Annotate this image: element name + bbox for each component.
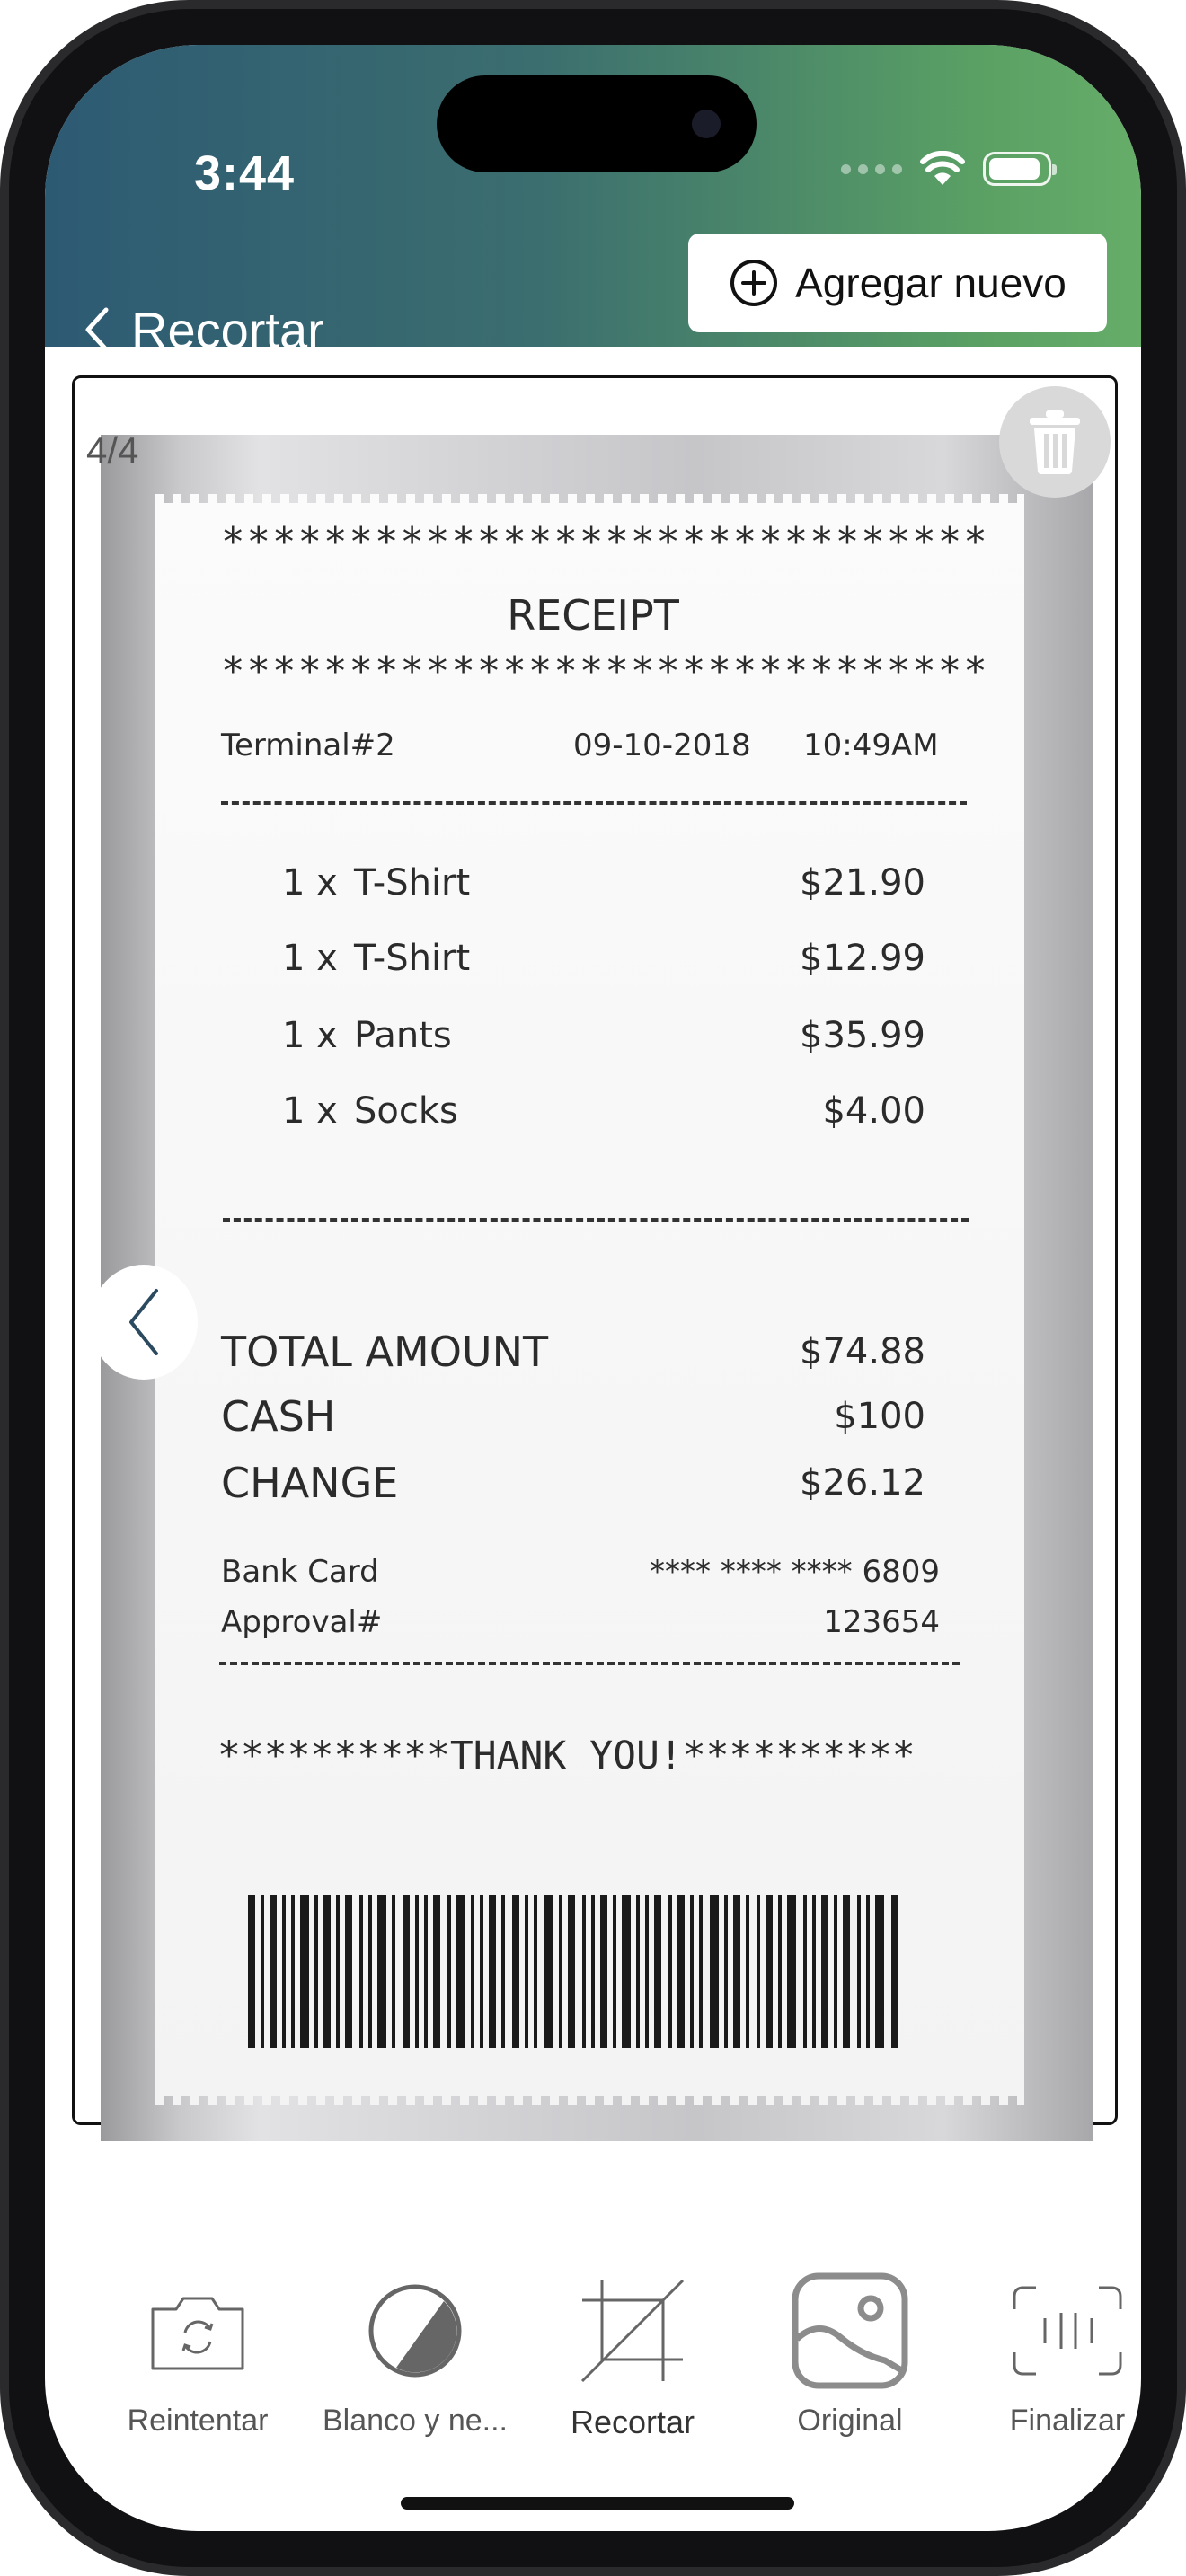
status-time: 3:44 [194,146,296,200]
camera-rotate-icon [151,2297,244,2370]
change-label: CHANGE [221,1459,399,1507]
item-price: $12.99 [800,938,925,979]
scan-icon [1013,2286,1122,2376]
dynamic-island [437,75,757,172]
black-white-label: Blanco y ne... [322,2404,508,2438]
receipt-date: 09-10-2018 [573,728,751,763]
item-price: $21.90 [800,862,925,904]
header-bar: 3:44 Recortar Agregar nuevo [45,45,1141,358]
edit-toolbar: Reintentar Blanco y ne... Recortar Origi… [90,2263,1141,2479]
item-name: T-Shirt [354,862,471,904]
receipt-time: 10:49AM [803,728,939,763]
contrast-icon [368,2284,462,2378]
back-button[interactable]: Recortar [81,280,324,379]
item-name: T-Shirt [354,938,471,979]
crop-label: Recortar [570,2404,695,2440]
cash-value: $100 [834,1396,925,1437]
thank-you-line: **********THANK YOU!********** [217,1734,916,1778]
original-label: Original [797,2404,903,2438]
chevron-left-icon [129,1289,158,1355]
original-button[interactable]: Original [742,2263,958,2439]
camera-icon [692,110,721,138]
bank-card-value: **** **** **** 6809 [650,1554,940,1590]
approval-label: Approval# [221,1604,383,1640]
item-qty: 1 x [282,1015,338,1056]
battery-icon [983,152,1057,186]
add-new-button[interactable]: Agregar nuevo [688,234,1107,332]
image-icon [792,2272,908,2389]
cash-label: CASH [221,1392,336,1441]
approval-value: 123654 [823,1604,940,1640]
item-qty: 1 x [282,862,338,904]
item-name: Pants [354,1015,452,1056]
item-qty: 1 x [282,938,338,979]
receipt-stars-mid: ****************************** [221,648,989,694]
status-icons [841,151,1057,187]
item-qty: 1 x [282,1090,338,1132]
previous-page-button[interactable] [90,1265,198,1380]
chevron-left-icon [85,307,109,352]
bank-card-label: Bank Card [221,1554,379,1590]
change-value: $26.12 [800,1462,925,1504]
receipt-stars-top: ****************************** [221,519,989,565]
receipt-divider [221,801,967,805]
total-label: TOTAL AMOUNT [221,1328,549,1376]
black-white-button[interactable]: Blanco y ne... [307,2263,523,2439]
receipt-edge-bottom [155,2095,1024,2105]
app-screen: 3:44 Recortar Agregar nuevo ************… [45,45,1141,2531]
finish-label: Finalizar [1009,2404,1126,2438]
total-value: $74.88 [800,1331,925,1372]
signal-icon [841,163,902,174]
add-new-label: Agregar nuevo [795,260,1067,306]
delete-button[interactable] [999,386,1111,498]
trash-icon [1030,410,1080,474]
receipt-divider [219,1662,960,1665]
retake-button[interactable]: Reintentar [90,2263,305,2439]
item-price: $35.99 [800,1015,925,1056]
retake-label: Reintentar [127,2404,269,2438]
page-title: Recortar [131,301,324,358]
crop-icon [580,2279,685,2383]
item-price: $4.00 [822,1090,925,1132]
receipt-title: RECEIPT [507,591,679,640]
item-name: Socks [354,1090,458,1132]
plus-circle-icon [730,260,778,306]
receipt-divider [223,1218,969,1222]
crop-button[interactable]: Recortar [525,2263,740,2441]
page-counter: 4/4 [86,429,139,472]
wifi-icon [920,151,965,185]
receipt-terminal: Terminal#2 [221,728,395,763]
home-indicator[interactable] [401,2497,794,2510]
finish-button[interactable]: Finalizar [960,2263,1141,2439]
barcode-icon [248,1895,898,2048]
